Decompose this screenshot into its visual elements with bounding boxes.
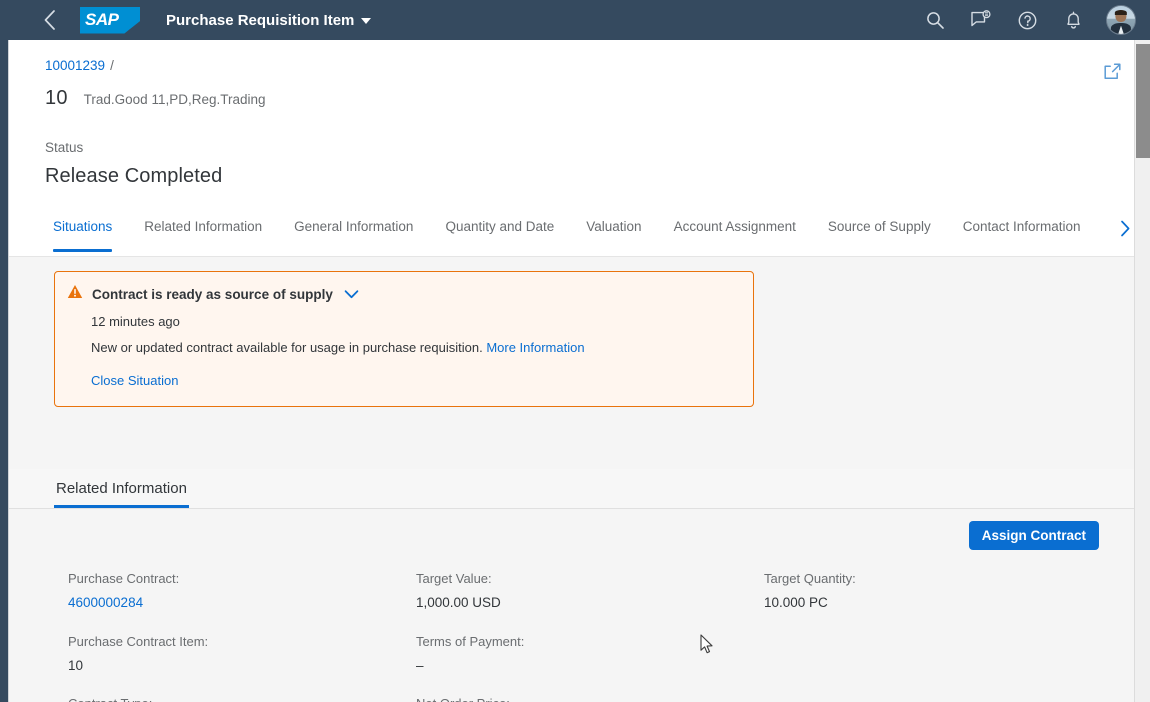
situation-message: New or updated contract available for us…	[91, 340, 483, 356]
status-block: Status Release Completed	[9, 110, 1142, 188]
field-contract-type: Contract Type: MK	[68, 695, 416, 702]
situation-card: Contract is ready as source of supply 12…	[54, 271, 754, 408]
field-value: 1,000.00 USD	[416, 595, 501, 611]
share-icon[interactable]	[1099, 58, 1125, 84]
sap-logo-shape: SAP	[80, 6, 140, 34]
field-target-value: Target Value: 1,000.00 USD	[416, 570, 764, 612]
tab-general-information[interactable]: General Information	[278, 218, 429, 256]
situation-message-row: New or updated contract available for us…	[91, 340, 739, 355]
tab-valuation[interactable]: Valuation	[570, 218, 657, 256]
field-value[interactable]: 4600000284	[68, 593, 416, 613]
avatar[interactable]	[1106, 5, 1136, 35]
tab-related-information[interactable]: Related Information	[128, 218, 278, 256]
shell-bar: SAP Purchase Requisition Item	[0, 0, 1150, 40]
avatar-hair	[1114, 9, 1128, 16]
toolbar: Assign Contract	[9, 521, 1142, 551]
situation-timestamp: 12 minutes ago	[91, 314, 180, 330]
chevron-right-icon[interactable]	[1117, 219, 1135, 237]
close-situation-link[interactable]: Close Situation	[91, 373, 178, 388]
field-label: Net Order Price:	[416, 695, 764, 702]
field-purchase-contract: Purchase Contract: 4600000284	[68, 570, 416, 612]
object-page-header: 10001239 / 10 Trad.Good 11,PD,Reg.Tradin…	[9, 40, 1142, 258]
tab-account-assignment[interactable]: Account Assignment	[658, 218, 812, 256]
application-window: SAP Purchase Requisition Item 10001239 /…	[0, 0, 1150, 702]
sap-logo[interactable]: SAP	[80, 6, 140, 34]
related-information-tabbar: Related Information	[9, 469, 1142, 510]
breadcrumb: 10001239 /	[9, 58, 1142, 73]
field-label: Purchase Contract Item:	[68, 633, 209, 649]
sap-logo-text: SAP	[85, 9, 119, 29]
status-badge: Release Completed	[45, 165, 223, 188]
field-value: –	[416, 657, 424, 673]
situation-title: Contract is ready as source of supply	[92, 286, 333, 302]
field-purchase-contract-item: Purchase Contract Item: 10	[68, 633, 416, 675]
back-button[interactable]	[36, 7, 62, 33]
object-title-row: 10 Trad.Good 11,PD,Reg.Trading	[9, 73, 1142, 110]
field-label: Terms of Payment:	[416, 633, 525, 649]
app-title-menu[interactable]: Purchase Requisition Item	[166, 11, 372, 29]
field-net-order-price: Net Order Price: 100.00 USD	[416, 695, 764, 702]
warning-triangle-icon	[67, 284, 83, 304]
related-information-section: Related Information Assign Contract Purc…	[9, 469, 1142, 702]
bell-icon[interactable]	[1060, 7, 1086, 33]
help-icon[interactable]	[1014, 7, 1040, 33]
related-information-body: Assign Contract Purchase Contract: 46000…	[9, 509, 1142, 702]
breadcrumb-separator: /	[110, 58, 114, 73]
feed-icon[interactable]	[968, 7, 994, 33]
breadcrumb-link[interactable]: 10001239	[45, 58, 105, 73]
page-title: 10	[45, 87, 68, 109]
search-icon[interactable]	[922, 7, 948, 33]
status-label: Status	[45, 140, 84, 155]
field-label: Target Quantity:	[764, 571, 856, 587]
chevron-down-icon	[361, 18, 372, 24]
field-value: 10	[68, 657, 84, 673]
page-container: 10001239 / 10 Trad.Good 11,PD,Reg.Tradin…	[8, 40, 1142, 702]
field-label: Purchase Contract:	[68, 571, 180, 587]
scrollbar-thumb[interactable]	[1136, 44, 1150, 158]
tab-quantity-and-date[interactable]: Quantity and Date	[429, 218, 570, 256]
contract-details-form: Purchase Contract: 4600000284 Purchase C…	[9, 550, 1142, 702]
situations-section: Contract is ready as source of supply 12…	[9, 257, 1142, 408]
form-column-3: Target Quantity: 10.000 PC	[764, 570, 856, 702]
field-label: Contract Type:	[68, 695, 416, 702]
shell-icon-group	[922, 5, 1136, 35]
vertical-scrollbar[interactable]	[1134, 40, 1150, 702]
field-value: 10.000 PC	[764, 595, 828, 611]
app-title: Purchase Requisition Item	[166, 11, 355, 29]
more-information-link[interactable]: More Information	[486, 340, 584, 355]
tab-source-of-supply[interactable]: Source of Supply	[812, 218, 947, 256]
tab-situations[interactable]: Situations	[45, 218, 128, 256]
tab-contact-information[interactable]: Contact Information	[947, 218, 1097, 256]
page-subtitle: Trad.Good 11,PD,Reg.Trading	[83, 92, 266, 107]
tab-delivery[interactable]: Delivery	[1097, 218, 1113, 256]
chevron-left-icon	[44, 10, 55, 30]
field-label: Target Value:	[416, 571, 492, 587]
tab-bar: Situations Related Information General I…	[9, 218, 1142, 256]
form-column-1: Purchase Contract: 4600000284 Purchase C…	[68, 570, 416, 702]
form-column-2: Target Value: 1,000.00 USD Terms of Paym…	[416, 570, 764, 702]
situation-header: Contract is ready as source of supply	[67, 284, 739, 304]
page-content: Contract is ready as source of supply 12…	[9, 257, 1142, 702]
assign-contract-button[interactable]: Assign Contract	[968, 521, 1099, 551]
chevron-down-icon[interactable]	[344, 289, 359, 300]
field-terms-of-payment: Terms of Payment: –	[416, 633, 764, 675]
tab-related-information-section[interactable]: Related Information	[54, 469, 189, 509]
field-target-quantity: Target Quantity: 10.000 PC	[764, 570, 856, 612]
